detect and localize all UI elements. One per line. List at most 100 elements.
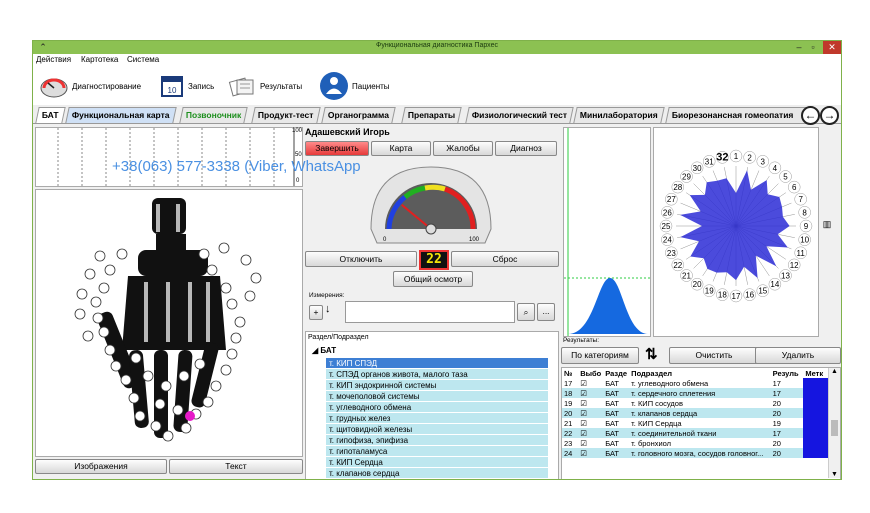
complaints-button[interactable]: Жалобы <box>433 141 493 156</box>
cell-sec: БАТ <box>605 398 619 408</box>
tab-physiological-test[interactable]: Физиологический тест <box>465 107 574 123</box>
tab-bioresonance[interactable]: Биорезонансная гомеопатия <box>665 107 811 123</box>
tab-product-test[interactable]: Продукт-тест <box>251 107 321 123</box>
distribution-chart <box>563 127 651 337</box>
text-button[interactable]: Текст <box>169 459 303 474</box>
measurement-input[interactable] <box>345 301 515 323</box>
table-row[interactable]: 22 ☑ БАТ т. соединительной ткани 17 <box>562 428 828 438</box>
cell-sec: БАТ <box>605 428 619 438</box>
table-row[interactable]: 18 ☑ БАТ т. сердечного сплетения 17 <box>562 388 828 398</box>
hand-diagram[interactable] <box>36 190 302 456</box>
col-result[interactable]: Резуль <box>770 368 804 378</box>
measurement-graph: 100 50 0 <box>35 127 303 187</box>
list-item[interactable]: т. углеводного обмена <box>326 402 548 413</box>
section-list-header: Раздел/Подраздел <box>308 334 369 341</box>
table-row[interactable]: 24 ☑ БАТ т. головного мозга, сосудов головн… <box>562 448 828 458</box>
patients-icon <box>320 72 348 100</box>
off-button[interactable]: Отключить <box>305 251 417 267</box>
list-item[interactable]: т. щитовидной железы <box>326 424 548 435</box>
list-item[interactable]: т. СПЭД органов живота, малого таза <box>326 369 548 380</box>
col-section[interactable]: Разде <box>603 368 630 378</box>
general-exam-button[interactable]: Общий осмотр <box>393 271 473 287</box>
polar-label: 4 <box>773 164 778 173</box>
sort-icon[interactable]: ↓ <box>325 303 341 319</box>
polar-label: 19 <box>705 287 714 296</box>
chart-toggle-icon[interactable]: ▥ <box>821 219 833 231</box>
table-row[interactable]: 21 ☑ БАТ т. КИП Сердца 19 <box>562 418 828 428</box>
table-row[interactable]: 19 ☑ БАТ т. КИП сосудов 20 <box>562 398 828 408</box>
cell-sub: т. клапанов сердца <box>631 408 698 418</box>
table-row[interactable]: 20 ☑ БАТ т. клапанов сердца 20 <box>562 408 828 418</box>
tab-spine[interactable]: Позвоночник <box>179 107 249 123</box>
tab-bat[interactable]: БАТ <box>35 107 66 123</box>
add-measurement-button[interactable]: + <box>309 305 323 320</box>
diagnosis-button[interactable]: Диагноз <box>495 141 557 156</box>
sort-swap-icon[interactable]: ⇅ <box>645 345 669 363</box>
list-item[interactable]: т. КИП эндокринной системы <box>326 380 548 391</box>
cell-chk[interactable]: ☑ <box>578 418 603 428</box>
patient-name: Адашевский Игорь <box>305 127 390 137</box>
more-button[interactable]: ... <box>537 303 555 321</box>
tab-preparations[interactable]: Препараты <box>401 107 462 123</box>
list-item[interactable]: т. грудных желез <box>326 413 548 424</box>
polar-label: 1 <box>734 152 739 161</box>
table-row[interactable]: 23 ☑ БАТ т. бронхиол 20 <box>562 438 828 448</box>
cell-mark <box>803 408 828 418</box>
list-item[interactable]: т. гипофиза, эпифиза <box>326 435 548 446</box>
cell-chk[interactable]: ☑ <box>578 388 603 398</box>
record-button[interactable]: 10 Запись <box>159 71 214 101</box>
cell-sec: БАТ <box>605 408 619 418</box>
tab-bar: БАТ Функциональная карта Позвоночник Про… <box>33 105 841 125</box>
by-category-button[interactable]: По категориям <box>561 347 639 364</box>
map-button[interactable]: Карта <box>371 141 431 156</box>
images-button[interactable]: Изображения <box>35 459 167 474</box>
app-window: ⌃ Функциональная диагностика Пархес – ▫ … <box>32 40 842 480</box>
col-number[interactable]: № <box>562 368 579 378</box>
cell-chk[interactable]: ☑ <box>578 438 603 448</box>
list-item[interactable]: т. гипоталамуса <box>326 446 548 457</box>
patients-button[interactable]: Пациенты <box>319 71 390 101</box>
list-item[interactable]: т. клапанов сердца <box>326 468 548 479</box>
cell-chk[interactable]: ☑ <box>578 408 603 418</box>
search-button[interactable]: ⌕ <box>517 303 535 321</box>
cell-chk[interactable]: ☑ <box>578 428 603 438</box>
list-item[interactable]: т. мочеполовой системы <box>326 391 548 402</box>
cell-mark <box>803 428 828 438</box>
results-scrollbar[interactable]: ▲ ▼ <box>828 368 840 478</box>
results-button[interactable]: Результаты <box>227 71 302 101</box>
reset-button[interactable]: Сброс <box>451 251 559 267</box>
cell-chk[interactable]: ☑ <box>578 398 603 408</box>
finish-button[interactable]: Завершить <box>305 141 369 156</box>
polar-label: 8 <box>802 208 807 217</box>
close-button[interactable]: ✕ <box>823 41 841 54</box>
maximize-button[interactable]: ▫ <box>805 41 821 54</box>
cell-chk[interactable]: ☑ <box>578 448 603 458</box>
col-subsection[interactable]: Подраздел <box>629 368 771 378</box>
tab-next-button[interactable]: → <box>820 106 839 125</box>
polar-label: 6 <box>792 183 797 192</box>
list-item[interactable]: т. КИП Сердца <box>326 457 548 468</box>
section-group-bat[interactable]: ◢ БАТ <box>312 346 336 355</box>
diagnostics-button[interactable]: Диагностирование <box>39 71 141 101</box>
scroll-thumb[interactable] <box>831 420 838 436</box>
cell-chk[interactable]: ☑ <box>578 378 603 388</box>
tab-minilab[interactable]: Минилаборатория <box>573 107 665 123</box>
active-point-marker[interactable] <box>185 411 195 421</box>
cell-mark <box>803 378 828 388</box>
menu-system[interactable]: Система <box>127 55 159 64</box>
list-item[interactable]: т. КИП СПЭД <box>326 358 548 369</box>
cell-sec: БАТ <box>605 418 619 428</box>
table-row[interactable]: 17 ☑ БАТ т. углеводного обмена 17 <box>562 378 828 388</box>
delete-button[interactable]: Удалить <box>755 347 841 364</box>
col-select[interactable]: Выбо <box>578 368 604 378</box>
polar-label: 7 <box>798 195 803 204</box>
tab-organogram[interactable]: Органограмма <box>321 107 396 123</box>
menu-cardfile[interactable]: Картотека <box>81 55 118 64</box>
clear-button[interactable]: Очистить <box>669 347 759 364</box>
menu-actions[interactable]: Действия <box>36 55 71 64</box>
tab-functional-map[interactable]: Функциональная карта <box>65 107 177 123</box>
cell-mark <box>803 418 828 428</box>
tab-prev-button[interactable]: ← <box>801 106 820 125</box>
cell-sec: БАТ <box>605 448 619 458</box>
col-mark[interactable]: Метк <box>803 368 828 378</box>
